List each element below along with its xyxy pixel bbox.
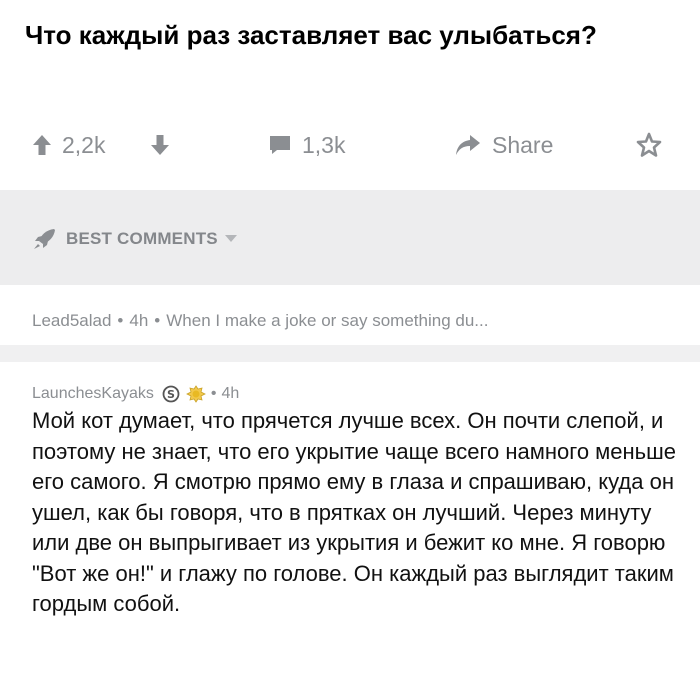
comment-preview: When I make a joke or say something du..… [166,311,489,330]
comment-bubble-icon [270,136,290,154]
arrow-up-icon [33,135,51,155]
comment-author[interactable]: Lead5alad [32,311,111,331]
comment-age: 4h [129,311,149,330]
downvote-button[interactable] [150,123,170,167]
star-icon [636,132,662,157]
save-button[interactable] [636,123,662,167]
vote-count: 2,2k [62,131,106,158]
post-action-bar: 2,2k 1,3k Share [0,123,700,167]
comment-meta: LaunchesKayaks S • 4h [32,382,239,406]
upvote-button[interactable] [32,123,52,167]
separator-dot: • [154,311,161,330]
rocket-icon [34,229,55,249]
svg-text:S: S [167,388,175,401]
share-button[interactable]: Share [454,123,553,167]
comment-age: 4h [221,385,240,402]
comment-body: Мой кот думает, что прячется лучше всех.… [32,408,677,616]
share-arrow-icon [456,135,480,155]
post-title: Что каждый раз заставляет вас улыбаться? [25,20,597,50]
comment-count: 1,3k [302,131,346,158]
silver-award-icon: S [162,385,180,403]
arrow-down-icon [151,135,169,155]
comments-button[interactable]: 1,3k [268,123,345,167]
sort-dropdown[interactable]: BEST COMMENTS [32,224,237,254]
separator-dot: • [117,311,124,330]
share-label: Share [492,131,554,158]
comment-author[interactable]: LaunchesKayaks [32,385,154,403]
comment-divider [0,345,700,362]
chevron-down-icon [224,235,237,242]
gold-award-icon [185,385,206,403]
separator-dot: • [210,385,217,402]
sort-label: BEST COMMENTS [66,229,218,248]
collapsed-comment[interactable]: Lead5alad • 4h • When I make a joke or s… [32,306,672,336]
